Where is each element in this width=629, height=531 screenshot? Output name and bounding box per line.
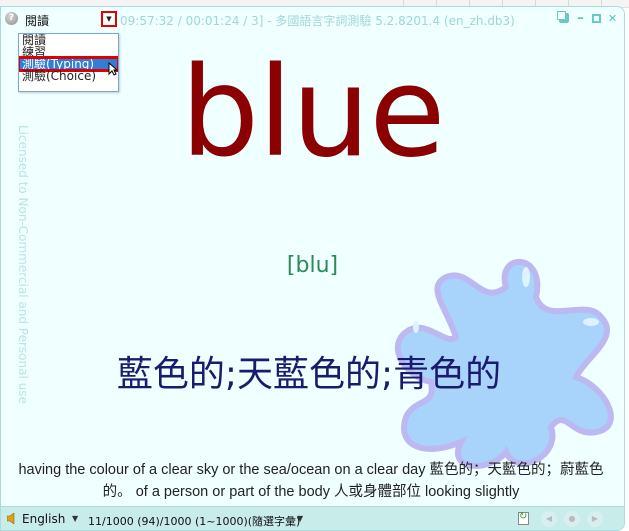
- language-select[interactable]: English: [22, 512, 65, 526]
- restore-icon[interactable]: [557, 11, 569, 23]
- splash-highlight: [413, 321, 419, 333]
- phonetic-text: [blu]: [286, 253, 339, 278]
- next-icon[interactable]: ▶: [587, 511, 603, 527]
- close-icon[interactable]: ✕: [607, 13, 618, 24]
- definition-text: having the colour of a clear sky or the …: [18, 462, 604, 500]
- language-dropdown-icon[interactable]: ▼: [72, 514, 78, 523]
- minimize-icon[interactable]: –: [575, 12, 586, 25]
- splash-highlight: [583, 318, 599, 326]
- window-controls: – ✕: [557, 11, 618, 25]
- refresh-icon[interactable]: [518, 511, 529, 525]
- help-icon[interactable]: ?: [5, 12, 18, 25]
- range-dropdown-icon[interactable]: ▼: [297, 514, 303, 523]
- dropdown-option-test-choice[interactable]: 測驗(Choice): [19, 70, 118, 82]
- progress-text[interactable]: 11/1000 (94)/1000 (1~1000)(隨選字彙): [88, 513, 300, 529]
- stop-icon[interactable]: ●: [564, 511, 580, 527]
- chevron-down-icon[interactable]: ▼: [101, 11, 117, 27]
- app-window: Licensed to Non-Commercial and Personal …: [0, 6, 625, 531]
- mode-dropdown-list: 閱讀 練習 測驗(Typing) 測驗(Choice): [18, 33, 119, 92]
- chinese-meaning: 藍色的;天藍色的;青色的: [116, 354, 502, 395]
- status-bar: English ▼ 11/1000 (94)/1000 (1~1000)(隨選字…: [1, 506, 624, 530]
- title-bar: ? 閱讀 ▼ 09:57:32 / 00:01:24 / 3] - 多國語言字詞…: [1, 7, 624, 31]
- speaker-icon[interactable]: [7, 513, 15, 524]
- window-title: 09:57:32 / 00:01:24 / 3] - 多國語言字詞測驗 5.2.…: [120, 14, 515, 28]
- prev-icon[interactable]: ◀: [541, 511, 557, 527]
- mode-select-value: 閱讀: [25, 14, 50, 28]
- mode-select[interactable]: 閱讀 ▼: [23, 10, 119, 28]
- maximize-icon[interactable]: [592, 13, 601, 23]
